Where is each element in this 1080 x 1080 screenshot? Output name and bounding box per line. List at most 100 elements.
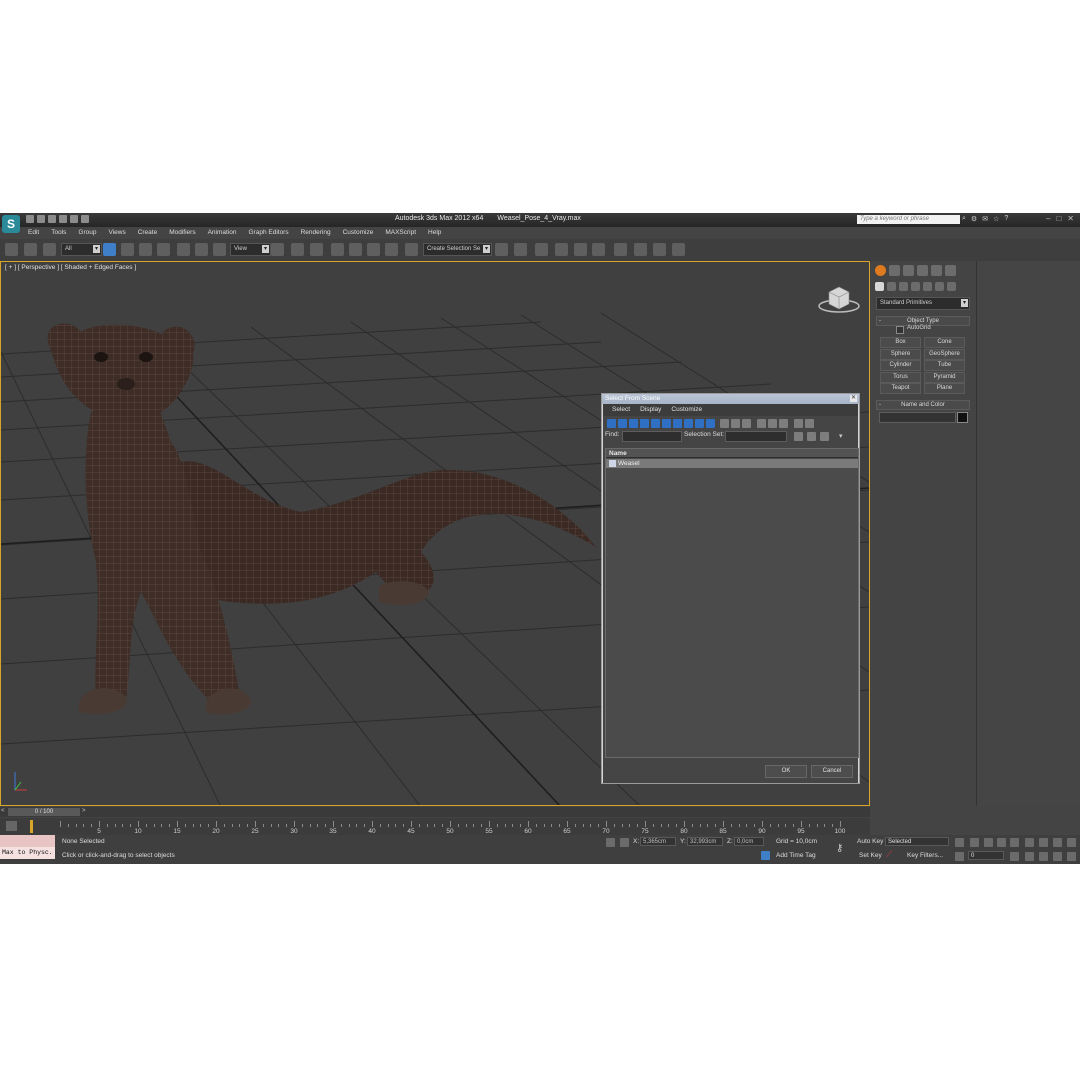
graphite-ribbon-icon[interactable] — [555, 243, 568, 256]
select-scale-icon[interactable] — [213, 243, 226, 256]
display-invert-icon[interactable] — [731, 419, 740, 428]
percent-snap-icon[interactable] — [367, 243, 380, 256]
go-to-end-icon[interactable] — [1010, 838, 1019, 847]
go-to-start-icon[interactable] — [955, 838, 964, 847]
menu-views[interactable]: Views — [102, 227, 131, 239]
rectangular-selection-icon[interactable] — [139, 243, 152, 256]
keyboard-shortcut-override-icon[interactable] — [310, 243, 323, 256]
select-all-icon[interactable] — [757, 419, 766, 428]
select-invert-icon[interactable] — [779, 419, 788, 428]
menu-graph-editors[interactable]: Graph Editors — [243, 227, 295, 239]
material-editor-icon[interactable] — [614, 243, 627, 256]
selection-set-remove-icon[interactable] — [820, 432, 829, 441]
minimize-icon[interactable]: – — [1046, 214, 1050, 223]
communication-icon[interactable]: ✉ — [982, 215, 988, 223]
display-none-icon[interactable] — [720, 419, 729, 428]
set-key-button[interactable]: Set Key — [859, 852, 882, 859]
save-file-icon[interactable] — [48, 215, 56, 223]
name-column-header[interactable]: Name — [606, 449, 858, 458]
weasel-model[interactable] — [47, 323, 596, 715]
mini-curve-editor-icon[interactable] — [6, 821, 17, 831]
object-color-swatch[interactable] — [957, 412, 968, 423]
window-crossing-icon[interactable] — [157, 243, 170, 256]
selection-set-add-icon[interactable] — [807, 432, 816, 441]
dialog-title[interactable]: Select From Scene — [602, 394, 859, 404]
display-groups-icon[interactable] — [673, 419, 682, 428]
edit-named-selection-icon[interactable] — [405, 243, 418, 256]
display-bones-icon[interactable] — [695, 419, 704, 428]
undo-icon[interactable] — [59, 215, 67, 223]
spinner-snap-icon[interactable] — [385, 243, 398, 256]
create-tab-icon[interactable] — [875, 265, 886, 276]
x-coordinate-field[interactable]: 5,365cm — [640, 837, 676, 846]
cancel-button[interactable]: Cancel — [811, 765, 853, 778]
display-helpers-icon[interactable] — [651, 419, 660, 428]
viewport-label[interactable]: [ + ] [ Perspective ] [ Shaded + Edged F… — [5, 264, 136, 271]
cameras-icon[interactable] — [911, 282, 920, 291]
zoom-all-icon[interactable] — [1039, 838, 1048, 847]
maxscript-mini-listener[interactable]: Max to Physc. — [0, 847, 55, 859]
modify-tab-icon[interactable] — [889, 265, 900, 276]
dialog-menu-select[interactable]: Select — [603, 404, 635, 416]
display-all-icon[interactable] — [706, 419, 715, 428]
space-warps-icon[interactable] — [935, 282, 944, 291]
help-icon[interactable]: ? — [1004, 215, 1008, 223]
time-slider[interactable]: < 0 / 100 > — [0, 807, 870, 817]
chevron-left-icon[interactable]: < — [1, 808, 5, 814]
display-shapes-icon[interactable] — [618, 419, 627, 428]
new-file-icon[interactable] — [26, 215, 34, 223]
shapes-icon[interactable] — [887, 282, 896, 291]
snaps-toggle-icon[interactable] — [331, 243, 344, 256]
select-object-icon[interactable] — [103, 243, 116, 256]
filter-icon[interactable] — [794, 419, 803, 428]
name-and-color-rollout[interactable]: - Name and Color — [876, 400, 970, 410]
favorites-icon[interactable]: ☆ — [993, 215, 999, 223]
teapot-button[interactable]: Teapot — [880, 383, 921, 394]
zoom-extents-all-icon[interactable] — [1067, 838, 1076, 847]
subscription-icon[interactable]: ⚙ — [971, 215, 977, 223]
pan-view-icon[interactable] — [1039, 852, 1048, 861]
search-icon[interactable]: ⌕ — [962, 215, 966, 223]
tube-button[interactable]: Tube — [924, 360, 965, 371]
key-icon[interactable]: ⚷ — [836, 843, 843, 854]
find-input[interactable] — [622, 431, 682, 442]
project-folder-icon[interactable] — [81, 215, 89, 223]
link-icon[interactable] — [5, 243, 18, 256]
rendered-frame-window-icon[interactable] — [653, 243, 666, 256]
cone-button[interactable]: Cone — [924, 337, 965, 348]
close-icon[interactable]: ✕ — [850, 395, 857, 402]
schematic-view-icon[interactable] — [592, 243, 605, 256]
display-geometry-icon[interactable] — [607, 419, 616, 428]
pivot-center-icon[interactable] — [271, 243, 284, 256]
close-icon[interactable]: ✕ — [1067, 214, 1074, 223]
display-cameras-icon[interactable] — [640, 419, 649, 428]
render-production-icon[interactable] — [672, 243, 685, 256]
geosphere-button[interactable]: GeoSphere — [924, 349, 965, 360]
menu-edit[interactable]: Edit — [22, 227, 45, 239]
menu-create[interactable]: Create — [132, 227, 164, 239]
maximize-icon[interactable]: □ — [1056, 214, 1061, 223]
menu-animation[interactable]: Animation — [202, 227, 243, 239]
select-move-icon[interactable] — [177, 243, 190, 256]
maximize-viewport-icon[interactable] — [1067, 852, 1076, 861]
y-coordinate-field[interactable]: 32,993cm — [687, 837, 723, 846]
menu-rendering[interactable]: Rendering — [295, 227, 337, 239]
key-mode-dropdown[interactable]: Selected — [885, 837, 949, 846]
zoom-extents-icon[interactable] — [1053, 838, 1062, 847]
select-none-icon[interactable] — [768, 419, 777, 428]
ok-button[interactable]: OK — [765, 765, 807, 778]
align-icon[interactable] — [514, 243, 527, 256]
menu-maxscript[interactable]: MAXScript — [379, 227, 422, 239]
cylinder-button[interactable]: Cylinder — [880, 360, 921, 371]
maxscript-listener-top[interactable] — [0, 835, 55, 847]
utilities-tab-icon[interactable] — [945, 265, 956, 276]
layer-manager-icon[interactable] — [535, 243, 548, 256]
zoom-icon[interactable] — [1025, 838, 1034, 847]
display-lights-icon[interactable] — [629, 419, 638, 428]
box-button[interactable]: Box — [880, 337, 921, 348]
selection-set-dropdown[interactable] — [725, 431, 787, 442]
lights-icon[interactable] — [899, 282, 908, 291]
field-of-view-icon[interactable] — [1025, 852, 1034, 861]
mirror-icon[interactable] — [495, 243, 508, 256]
open-file-icon[interactable] — [37, 215, 45, 223]
